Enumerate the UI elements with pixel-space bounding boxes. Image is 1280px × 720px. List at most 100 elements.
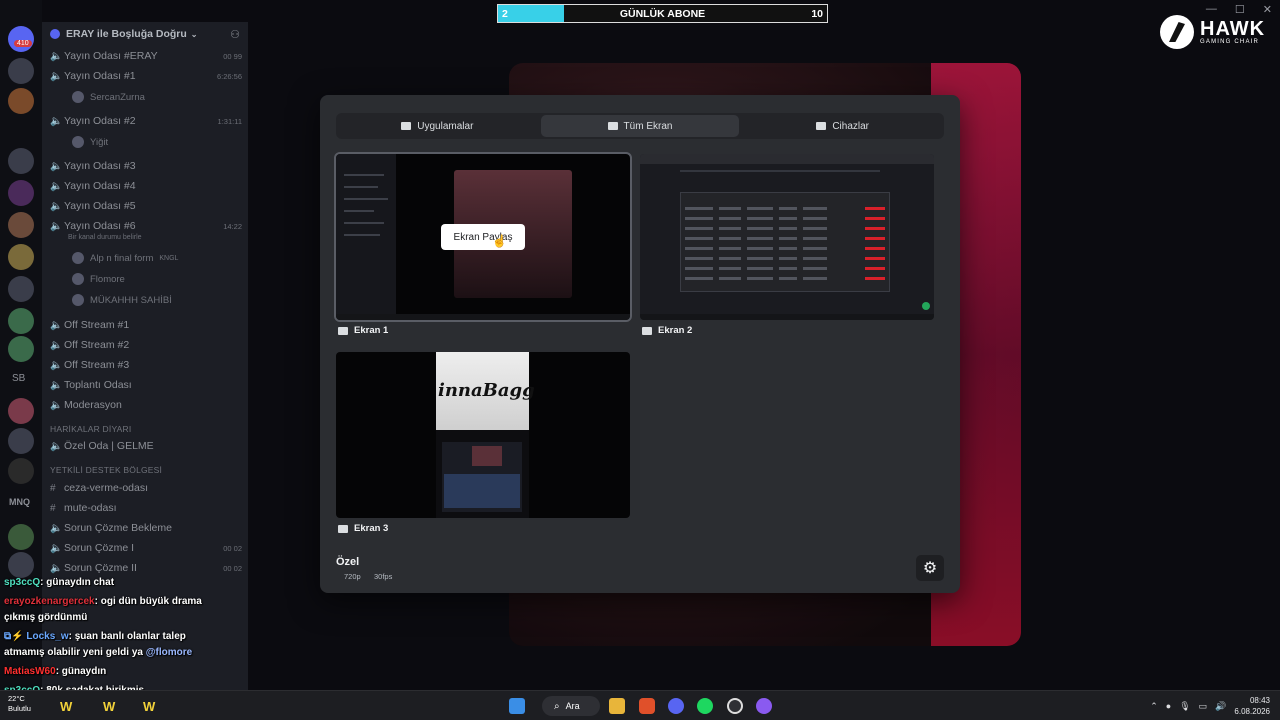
windows-start-icon[interactable] — [509, 698, 525, 714]
server-icon[interactable] — [8, 458, 34, 484]
obs-icon[interactable] — [727, 698, 743, 714]
file-explorer-icon[interactable] — [609, 698, 625, 714]
category-header[interactable]: YETKİLİ DESTEK BÖLGESİ — [50, 465, 162, 475]
app-icon[interactable] — [756, 698, 772, 714]
text-channel[interactable]: # ceza-verme-odası — [50, 479, 242, 497]
speaker-icon: 🔈 — [50, 319, 63, 331]
speaker-icon: 🔈 — [50, 440, 63, 452]
server-icon[interactable] — [8, 428, 34, 454]
text-channel[interactable]: # mute-odası — [50, 499, 242, 517]
screen-preview-1[interactable]: Ekran Paylaş ☝ — [334, 152, 632, 322]
weather-desc: Bulutlu — [8, 704, 31, 713]
server-icon-mnq[interactable]: MNQ — [9, 497, 30, 507]
add-member-icon[interactable]: ⚇ — [230, 28, 240, 41]
badge-icon: ⧉⚡ — [4, 631, 24, 642]
tab-applications[interactable]: Uygulamalar — [338, 115, 537, 137]
voice-channel[interactable]: 🔈 Sorun Çözme I 00 02 — [50, 539, 242, 557]
volume-icon[interactable]: 🔊 — [1215, 701, 1226, 712]
channel-status-hint[interactable]: Bir kanal durumu belirle — [68, 234, 142, 241]
voice-channel[interactable]: 🔈 Sorun Çözme II 00 02 — [50, 559, 242, 577]
tab-entire-screen[interactable]: Tüm Ekran — [540, 115, 740, 137]
network-icon[interactable]: ▭ — [1199, 701, 1208, 712]
speaker-icon: 🔈 — [50, 220, 63, 232]
server-header[interactable]: ERAY ile Boşluğa Doğru ⌄ — [50, 28, 197, 40]
server-icon[interactable] — [8, 398, 34, 424]
speaker-icon: 🔈 — [50, 200, 63, 212]
voice-user[interactable]: Alp n final form KNGL — [72, 252, 178, 264]
notification-badge: 410 — [14, 40, 32, 47]
monitor-icon — [338, 524, 348, 533]
poster-logo-text: innaBagg — [438, 380, 535, 401]
voice-user[interactable]: Yiğit — [72, 136, 108, 148]
app-w-icon[interactable]: W — [143, 699, 155, 714]
server-icon[interactable] — [8, 212, 34, 238]
taskbar-search[interactable]: ⌕ Ara — [542, 696, 600, 716]
share-screen-button[interactable]: Ekran Paylaş — [441, 224, 525, 250]
server-icon[interactable] — [8, 336, 34, 362]
screen-preview-3[interactable]: innaBagg — [336, 352, 630, 518]
server-icon[interactable] — [8, 148, 34, 174]
microphone-icon[interactable]: 🎙 — [1179, 701, 1190, 712]
voice-channel[interactable]: 🔈 Yayın Odası #3 — [50, 157, 242, 175]
voice-channel[interactable]: 🔈 Yayın Odası #5 — [50, 197, 242, 215]
server-icon[interactable] — [8, 180, 34, 206]
avatar — [72, 252, 84, 264]
server-icon[interactable] — [8, 88, 34, 114]
avatar — [72, 136, 84, 148]
chat-username: MatiasW60 — [4, 666, 56, 677]
voice-channel[interactable]: 🔈 Özel Oda | GELME — [50, 437, 242, 455]
clock[interactable]: 08:43 6.08.2026 — [1234, 695, 1270, 717]
chat-message: ⧉⚡ Locks_w: şuan banlı olanlar talep — [4, 631, 186, 642]
preview-table-panel — [680, 192, 890, 292]
voice-channel[interactable]: 🔈 Yayın Odası #6 14:22 — [50, 217, 242, 235]
server-icon[interactable] — [8, 276, 34, 302]
speaker-icon: 🔈 — [50, 160, 63, 172]
chat-username: sp3ccQ — [4, 577, 41, 588]
server-icon-sb[interactable]: SB — [12, 373, 25, 384]
weather-widget[interactable]: 22°C Bulutlu — [8, 694, 31, 714]
voice-channel[interactable]: 🔈 Yayın Odası #2 1:31:11 — [50, 112, 242, 130]
speaker-icon: 🔈 — [50, 180, 63, 192]
voice-channel[interactable]: 🔈 Yayın Odası #1 6:26:56 — [50, 67, 242, 85]
voice-channel[interactable]: 🔈 Off Stream #3 — [50, 356, 242, 374]
voice-channel[interactable]: 🔈 Off Stream #2 — [50, 336, 242, 354]
speaker-icon: 🔈 — [50, 562, 63, 574]
voice-channel[interactable]: 🔈 Yayın Odası #ERAY 00 99 — [50, 47, 242, 65]
server-icon[interactable] — [8, 58, 34, 84]
chat-message: atmamış olabilir yeni geldi ya @flomore — [4, 647, 193, 658]
server-icon-eray[interactable] — [8, 26, 34, 52]
shield-icon[interactable]: ● — [1166, 701, 1171, 711]
avatar — [72, 273, 84, 285]
stream-quality-title: Özel — [336, 556, 360, 568]
voice-channel[interactable]: 🔈 Toplantı Odası — [50, 376, 242, 394]
voice-user[interactable]: Flomore — [72, 273, 125, 285]
server-icon[interactable] — [8, 308, 34, 334]
voice-channel[interactable]: 🔈 Sorun Çözme Bekleme — [50, 519, 242, 537]
chevron-up-icon[interactable]: ⌃ — [1150, 701, 1158, 712]
tab-devices[interactable]: Cihazlar — [743, 115, 942, 137]
voice-channel[interactable]: 🔈 Yayın Odası #4 — [50, 177, 242, 195]
voice-channel[interactable]: 🔈 Off Stream #1 — [50, 316, 242, 334]
avatar — [72, 91, 84, 103]
gear-icon[interactable]: ⚙ — [916, 555, 944, 581]
server-icon[interactable] — [8, 524, 34, 550]
screen-preview-2[interactable] — [640, 154, 934, 320]
spotify-icon[interactable] — [697, 698, 713, 714]
app-w-icon[interactable]: W — [60, 699, 72, 714]
window-icon — [401, 122, 412, 130]
server-icon[interactable] — [8, 552, 34, 578]
chat-message: MatiasW60: günaydın — [4, 666, 107, 677]
goal-title: GÜNLÜK ABONE — [619, 7, 706, 20]
speaker-icon: 🔈 — [50, 542, 63, 554]
voice-channel[interactable]: 🔈 Moderasyon — [50, 396, 242, 414]
preview-taskbar — [640, 314, 934, 320]
voice-user[interactable]: MÜKAHHH SAHİBİ — [72, 294, 172, 306]
category-header[interactable]: HARİKALAR DİYARI — [50, 424, 131, 434]
hash-icon: # — [50, 502, 56, 514]
server-icon[interactable] — [8, 244, 34, 270]
daily-subscriber-goal-bar: 2 GÜNLÜK ABONE 10 — [497, 4, 828, 23]
brave-browser-icon[interactable] — [639, 698, 655, 714]
voice-user[interactable]: SercanZurna — [72, 91, 145, 103]
app-w-icon[interactable]: W — [103, 699, 115, 714]
discord-icon[interactable] — [668, 698, 684, 714]
